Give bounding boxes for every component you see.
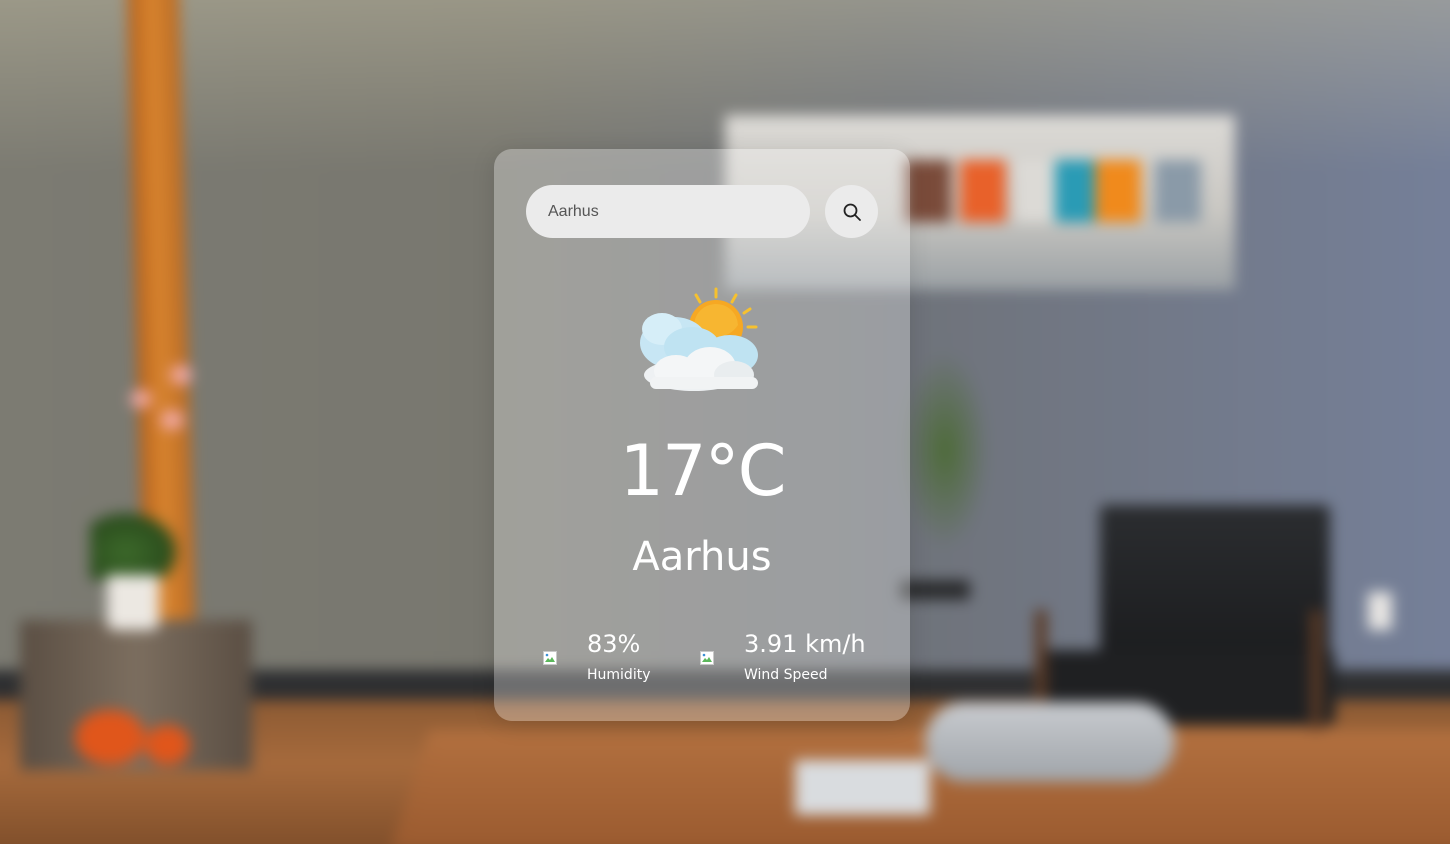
broken-image-icon	[543, 651, 557, 665]
partly-cloudy-sun-icon	[640, 287, 758, 391]
wind-speed-value: 3.91 km/h	[744, 630, 866, 658]
city-search-input[interactable]	[526, 185, 810, 238]
broken-image-icon	[700, 651, 714, 665]
search-button[interactable]	[825, 185, 878, 238]
city-name: Aarhus	[632, 534, 772, 580]
humidity-value: 83%	[587, 630, 641, 658]
temperature-readout: 17°C	[619, 430, 787, 512]
weather-card: 17°C Aarhus 83% Humidity 3.91 km/h Wind …	[494, 149, 910, 721]
wind-speed-label: Wind Speed	[744, 667, 828, 683]
search-icon	[843, 203, 861, 221]
humidity-label: Humidity	[587, 667, 651, 683]
